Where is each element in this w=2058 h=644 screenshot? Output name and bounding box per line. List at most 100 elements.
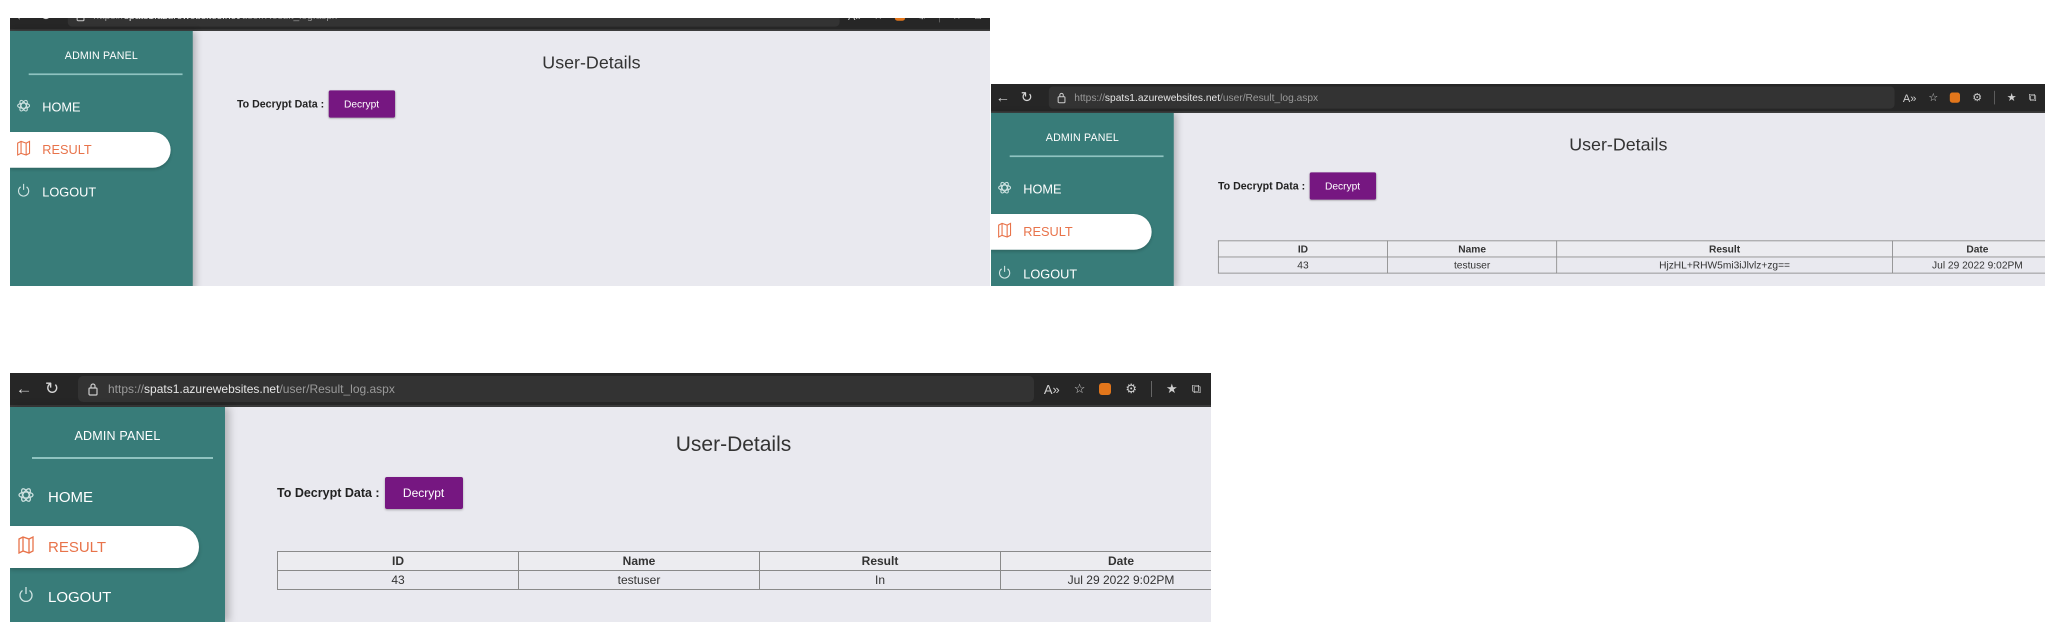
table-cell: In	[759, 570, 1001, 590]
map-icon	[17, 140, 43, 160]
main-content: User-Details To Decrypt Data : Decrypt	[193, 31, 990, 286]
results-table: ID Name Result Date 43 testuser HjzHL+RHW5mi3i…	[1217, 240, 2045, 274]
url-scheme: https://	[93, 18, 124, 22]
main-content: User-Details To Decrypt Data : Decrypt ID Na…	[225, 407, 1211, 622]
extensions-icon[interactable]: ⚙	[917, 18, 927, 22]
atom-icon	[17, 98, 43, 117]
column-header: Name	[518, 551, 760, 571]
sidebar: ADMIN PANEL HOME RESULT LOGOUT	[10, 407, 225, 622]
url-path: /user/Result_log.aspx	[279, 382, 395, 396]
table-cell: Jul 29 2022 9:02PM	[1892, 256, 2045, 274]
sidebar-title: ADMIN PANEL	[64, 49, 138, 62]
sidebar: ADMIN PANEL HOME RESULT LOGOUT	[991, 112, 1174, 286]
table-header-row: ID Name Result Date	[277, 551, 1211, 571]
reload-icon[interactable]: ↻	[1015, 89, 1039, 106]
fox-extension-icon[interactable]	[1950, 92, 1961, 103]
address-bar[interactable]: https://spats1.azurewebsites.net/user/Re…	[1048, 86, 1895, 109]
sidebar-item-label: HOME	[1023, 182, 1062, 197]
page-title: User-Details	[675, 433, 792, 456]
sidebar-divider	[1009, 155, 1164, 158]
url-host: spats1.azurewebsites.net	[1104, 91, 1221, 104]
decrypt-button[interactable]: Decrypt	[1309, 172, 1376, 200]
browser-toolbar: ←↻ https://spats1.azurewebsites.net/user/…	[991, 84, 2045, 113]
column-header: ID	[1217, 240, 1388, 258]
column-header: Date	[1000, 551, 1211, 571]
extensions-icon[interactable]: ⚙	[1125, 381, 1137, 397]
lock-icon	[1057, 92, 1066, 103]
sidebar-item-label: RESULT	[42, 142, 92, 158]
toolbar-separator	[1994, 90, 1995, 105]
decrypt-button[interactable]: Decrypt	[328, 90, 395, 118]
favorites-icon[interactable]: ★	[952, 18, 962, 22]
table-header-row: ID Name Result Date	[1217, 240, 2045, 258]
sidebar-item-label: RESULT	[1023, 224, 1073, 240]
url-scheme: https://	[1074, 91, 1105, 104]
extensions-icon[interactable]: ⚙	[1972, 91, 1982, 105]
decrypt-label: To Decrypt Data :	[1217, 180, 1306, 192]
reload-icon[interactable]: ↻	[38, 379, 66, 399]
table-row: 43 testuser HjzHL+RHW5mi3iJlvlz+zg== Jul 29…	[1217, 256, 2045, 274]
url-path: /user/Result_log.aspx	[239, 18, 337, 22]
add-favorite-icon[interactable]: ☆	[1928, 91, 1938, 105]
power-icon	[18, 586, 48, 608]
sidebar-item-logout[interactable]: LOGOUT	[10, 576, 225, 618]
sidebar-divider	[28, 73, 183, 76]
page-title: User-Details	[1569, 135, 1668, 155]
column-header: Result	[1556, 240, 1893, 258]
sidebar-item-label: HOME	[42, 100, 81, 115]
screenshot-1: ←↻ https://spats1.azurewebsites.net/user/…	[10, 18, 990, 286]
url-path: /user/Result_log.aspx	[1220, 91, 1319, 104]
sidebar-item-home[interactable]: HOME	[991, 172, 1174, 208]
collections-icon[interactable]: ⧉	[974, 18, 982, 22]
table-cell: 43	[1217, 256, 1388, 274]
url-scheme: https://	[108, 382, 145, 396]
power-icon	[17, 183, 43, 202]
sidebar-divider	[32, 457, 213, 459]
sidebar: ADMIN PANEL HOME RESULT LOGOUT	[10, 30, 193, 286]
back-icon[interactable]: ←	[991, 89, 1015, 106]
table-cell: testuser	[518, 570, 760, 590]
favorites-icon[interactable]: ★	[1166, 381, 1178, 397]
table-cell: testuser	[1387, 256, 1558, 274]
url-host: spats1.azurewebsites.net	[144, 382, 280, 396]
collections-icon[interactable]: ⧉	[1192, 381, 1201, 397]
column-header: Date	[1892, 240, 2045, 258]
fox-extension-icon[interactable]	[895, 18, 906, 21]
sidebar-item-logout[interactable]: LOGOUT	[10, 175, 193, 211]
decrypt-button[interactable]: Decrypt	[384, 477, 463, 509]
reload-icon[interactable]: ↻	[34, 18, 58, 24]
sidebar-item-home[interactable]: HOME	[10, 90, 193, 126]
column-header: Name	[1387, 240, 1558, 258]
collections-icon[interactable]: ⧉	[2029, 91, 2037, 105]
sidebar-item-logout[interactable]: LOGOUT	[991, 257, 1174, 286]
add-favorite-icon[interactable]: ☆	[1074, 381, 1086, 397]
sidebar-item-result[interactable]: RESULT	[991, 214, 1152, 250]
table-cell: HjzHL+RHW5mi3iJlvlz+zg==	[1556, 256, 1893, 274]
toolbar-separator	[939, 18, 940, 23]
column-header: Result	[759, 551, 1001, 571]
table-cell: Jul 29 2022 9:02PM	[1000, 570, 1211, 590]
main-content: User-Details To Decrypt Data : Decrypt ID Na…	[1174, 113, 2045, 286]
screenshot-2: ← ↻ https://spats1.azurewebsites.net/user/…	[991, 84, 2045, 286]
favorites-icon[interactable]: ★	[2007, 91, 2017, 105]
column-header: ID	[277, 551, 519, 571]
read-aloud-icon[interactable]: A»	[1044, 382, 1060, 397]
sidebar-item-result[interactable]: RESULT	[10, 132, 171, 168]
sidebar-item-label: LOGOUT	[48, 588, 112, 606]
map-icon	[998, 222, 1024, 242]
atom-icon	[18, 486, 48, 508]
sidebar-item-home[interactable]: HOME	[10, 476, 225, 518]
sidebar-title: ADMIN PANEL	[1045, 131, 1119, 144]
sidebar-item-label: HOME	[48, 488, 93, 506]
address-bar[interactable]: https://spats1.azurewebsites.net/user/Re…	[67, 18, 840, 27]
back-icon[interactable]: ←	[10, 379, 38, 399]
read-aloud-icon[interactable]: A»	[1903, 91, 1917, 104]
add-favorite-icon[interactable]: ☆	[873, 18, 883, 22]
address-bar[interactable]: https://spats1.azurewebsites.net/user/Re…	[78, 376, 1034, 402]
sidebar-item-result[interactable]: RESULT	[10, 526, 199, 568]
back-icon[interactable]: ←	[10, 18, 34, 24]
results-table: ID Name Result Date 43 testuser In Jul 29 2022 …	[277, 551, 1211, 590]
read-aloud-icon[interactable]: A»	[848, 18, 862, 22]
decrypt-label: To Decrypt Data :	[277, 486, 380, 500]
fox-extension-icon[interactable]	[1099, 383, 1112, 395]
